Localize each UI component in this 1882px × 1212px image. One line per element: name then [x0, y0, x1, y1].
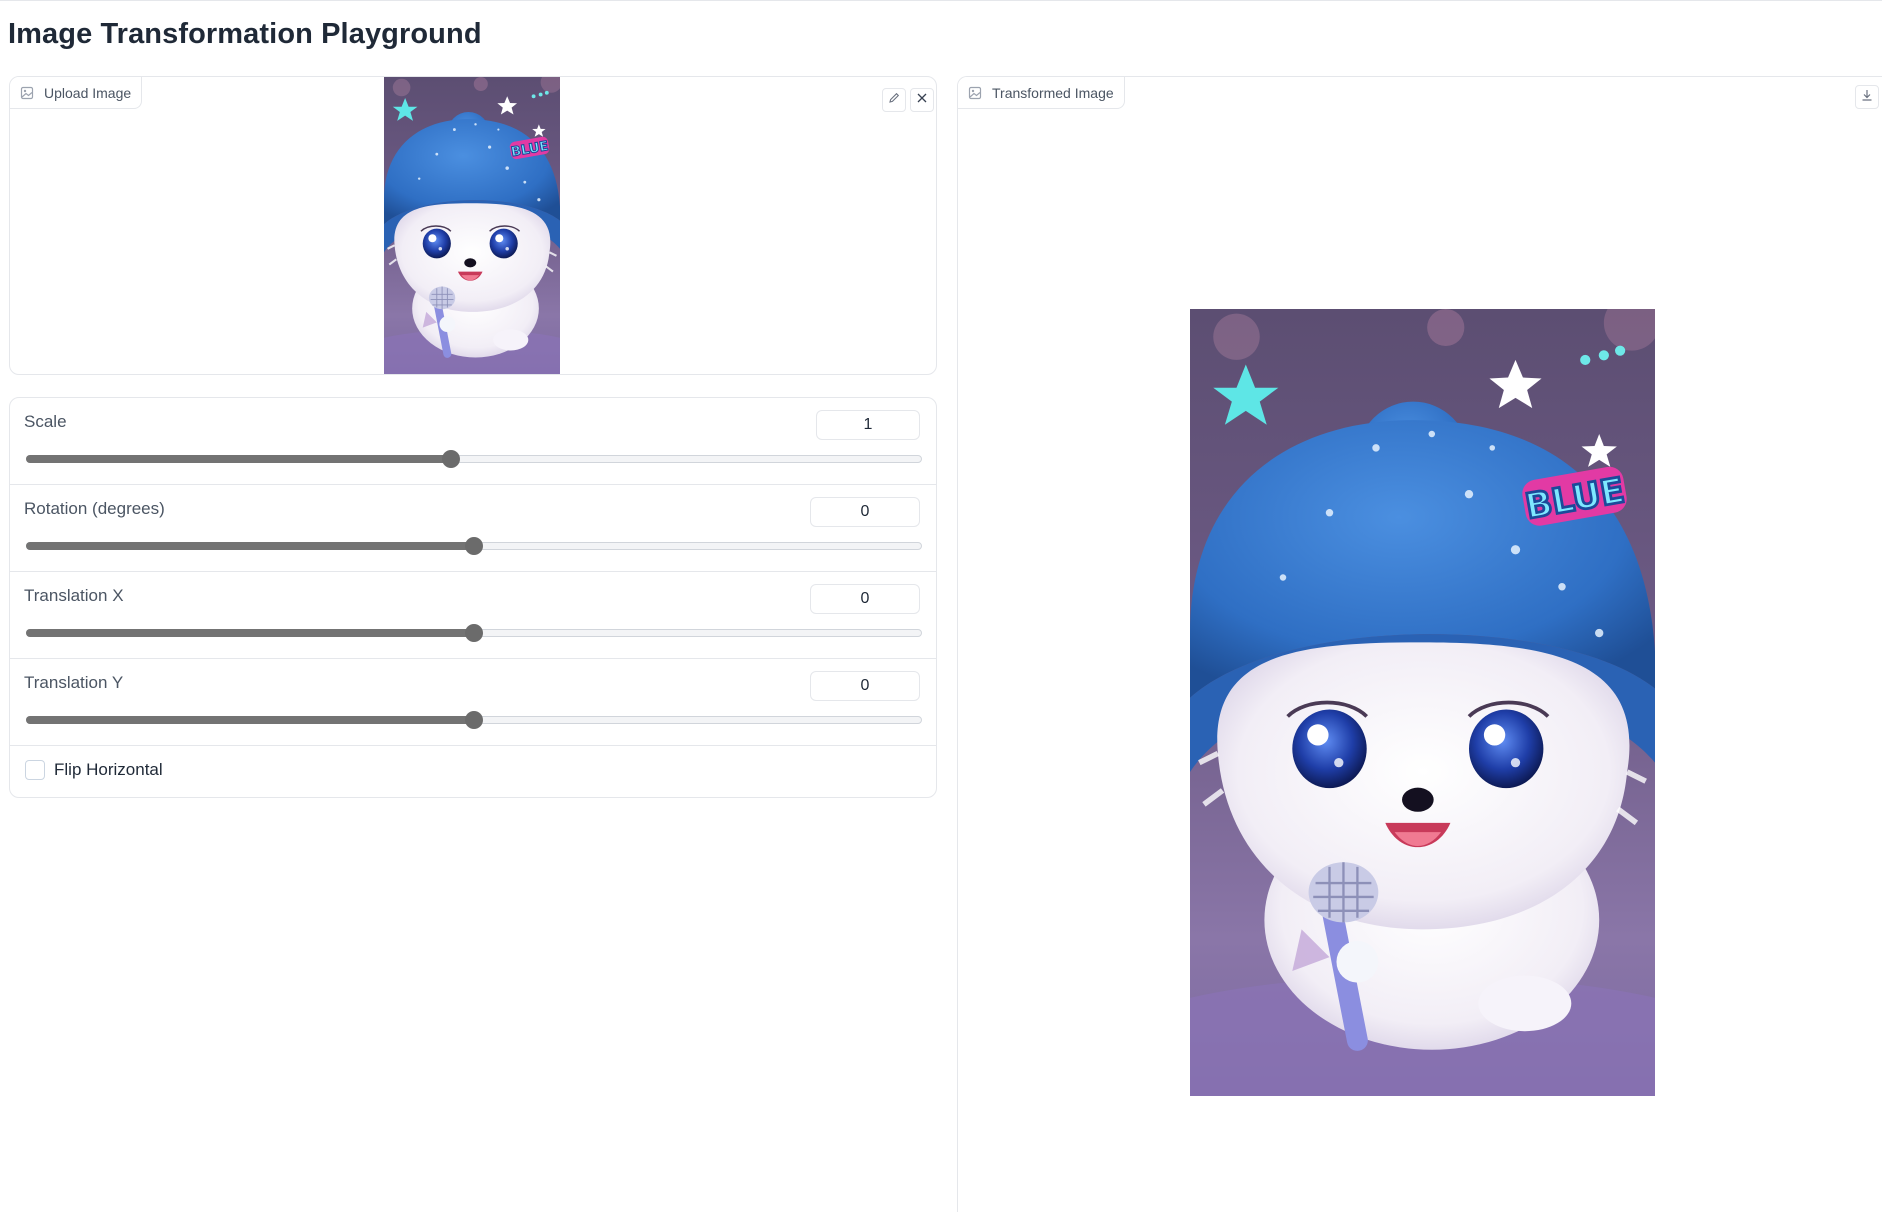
scale-label: Scale — [24, 412, 67, 431]
top-divider — [0, 0, 1882, 1]
rotation-control: Rotation (degrees) 0 — [10, 485, 936, 572]
uploaded-image: BLUE — [384, 77, 560, 374]
edit-button[interactable] — [882, 88, 906, 112]
upload-image-label: Upload Image — [10, 77, 143, 109]
scale-slider[interactable] — [26, 450, 922, 468]
rotation-number-input[interactable]: 0 — [810, 497, 920, 527]
image-icon — [968, 86, 982, 100]
upload-image-panel[interactable]: Upload Image BLUE — [9, 76, 937, 375]
translation-x-label: Translation X — [24, 586, 124, 605]
translation-y-slider-fill — [26, 716, 474, 724]
transformed-image-label-text: Transformed Image — [992, 84, 1114, 101]
rotation-slider-thumb[interactable] — [465, 537, 483, 555]
pencil-icon — [887, 91, 901, 110]
translation-x-control: Translation X 0 — [10, 572, 936, 659]
scale-control: Scale 1 — [10, 398, 936, 485]
translation-x-slider-fill — [26, 629, 474, 637]
translation-x-slider[interactable] — [26, 624, 922, 642]
flip-horizontal-control: Flip Horizontal — [10, 747, 936, 797]
scale-number-input[interactable]: 1 — [816, 410, 920, 440]
transformed-image-label: Transformed Image — [958, 77, 1125, 109]
flip-horizontal-label[interactable]: Flip Horizontal — [54, 760, 163, 780]
translation-y-number-input[interactable]: 0 — [810, 671, 920, 701]
rotation-label: Rotation (degrees) — [24, 499, 165, 518]
close-icon — [915, 91, 929, 110]
clear-button[interactable] — [910, 88, 934, 112]
page-title: Image Transformation Playground — [8, 18, 482, 50]
image-icon — [20, 86, 34, 100]
download-button[interactable] — [1855, 85, 1879, 109]
flip-horizontal-checkbox[interactable] — [25, 760, 45, 780]
translation-y-slider-thumb[interactable] — [465, 711, 483, 729]
rotation-slider[interactable] — [26, 537, 922, 555]
translation-y-control: Translation Y 0 — [10, 659, 936, 746]
transform-controls-panel: Scale 1 Rotation (degrees) 0 Translation… — [9, 397, 937, 798]
transformed-image-panel: Transformed Image BLUE — [957, 76, 1882, 1212]
upload-image-label-text: Upload Image — [44, 84, 132, 101]
download-icon — [1860, 88, 1874, 107]
transformed-image: BLUE — [1190, 309, 1655, 1096]
translation-y-slider[interactable] — [26, 711, 922, 729]
translation-x-slider-thumb[interactable] — [465, 624, 483, 642]
rotation-slider-fill — [26, 542, 474, 550]
translation-x-number-input[interactable]: 0 — [810, 584, 920, 614]
scale-slider-thumb[interactable] — [441, 450, 460, 468]
scale-slider-fill — [26, 455, 451, 463]
translation-y-label: Translation Y — [24, 673, 124, 692]
